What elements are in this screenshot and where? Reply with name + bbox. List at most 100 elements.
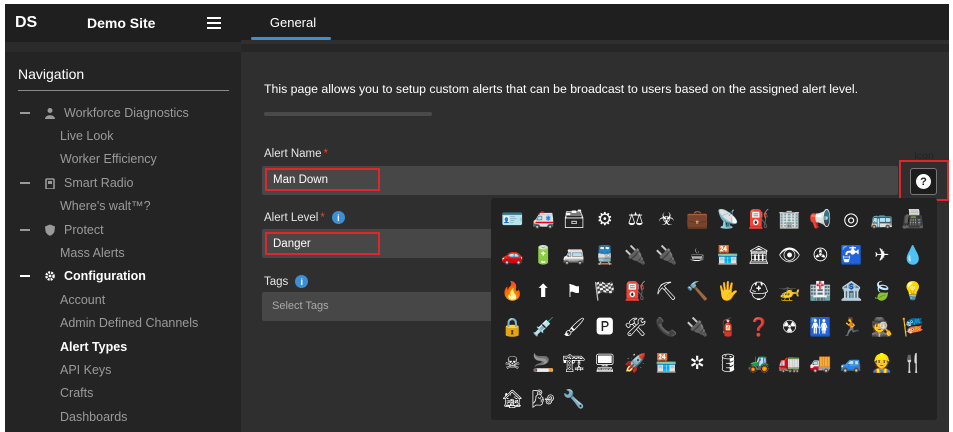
icon-option-34[interactable]: 🔨 bbox=[682, 274, 713, 310]
icon-option-39[interactable]: 🏦 bbox=[836, 274, 867, 310]
icon-option-4[interactable]: ⚖ bbox=[620, 202, 651, 238]
site-name: Demo Site bbox=[87, 15, 156, 31]
icon-option-26[interactable]: ✈ bbox=[867, 238, 898, 274]
icon-option-9[interactable]: 🏢 bbox=[774, 202, 805, 238]
icon-option-28[interactable]: 🔥 bbox=[497, 274, 528, 310]
icon-option-6[interactable]: 💼 bbox=[682, 202, 713, 238]
icon-option-62[interactable]: ✲ bbox=[682, 346, 713, 382]
icon-option-27[interactable]: 💧 bbox=[897, 238, 928, 274]
site-logo[interactable]: DS bbox=[15, 14, 87, 32]
icon-option-40[interactable]: 🍃 bbox=[867, 274, 898, 310]
icon-option-67[interactable]: 🚙 bbox=[836, 346, 867, 382]
icon-option-10[interactable]: 📢 bbox=[805, 202, 836, 238]
icon-option-21[interactable]: 🏪 bbox=[713, 238, 744, 274]
icon-option-59[interactable]: 🖥 bbox=[589, 346, 620, 382]
collapse-icon[interactable] bbox=[20, 275, 30, 278]
hamburger-menu-icon[interactable] bbox=[207, 17, 221, 29]
icon-option-19[interactable]: 🔌 bbox=[651, 238, 682, 274]
collapse-icon[interactable] bbox=[20, 181, 30, 184]
icon-option-7[interactable]: 📡 bbox=[713, 202, 744, 238]
icon-option-5[interactable]: ☣ bbox=[651, 202, 682, 238]
icon-option-54[interactable]: 🕵 bbox=[867, 310, 898, 346]
sidebar-item-account[interactable]: Account bbox=[5, 288, 241, 311]
icon-option-13[interactable]: 📠 bbox=[897, 202, 928, 238]
icon-option-43[interactable]: 💉 bbox=[528, 310, 559, 346]
icon-option-61[interactable]: 🏪 bbox=[651, 346, 682, 382]
sidebar-item-workforce-diagnostics[interactable]: Workforce Diagnostics bbox=[5, 101, 241, 124]
icon-option-23[interactable]: 👁 bbox=[774, 238, 805, 274]
icon-option-50[interactable]: ❓ bbox=[743, 310, 774, 346]
icon-option-48[interactable]: 🔌 bbox=[682, 310, 713, 346]
sidebar-item-worker-efficiency[interactable]: Worker Efficiency bbox=[5, 148, 241, 171]
icon-option-44[interactable]: 🖌 bbox=[559, 310, 590, 346]
icon-option-51[interactable]: ☢ bbox=[774, 310, 805, 346]
collapse-icon[interactable] bbox=[20, 111, 30, 114]
icon-option-63[interactable]: 🛢 bbox=[713, 346, 744, 382]
icon-option-20[interactable]: ☕ bbox=[682, 238, 713, 274]
icon-option-42[interactable]: 🔒 bbox=[497, 310, 528, 346]
alert-name-input[interactable]: Man Down bbox=[265, 168, 380, 191]
icon-option-72[interactable]: 🔧 bbox=[559, 382, 590, 418]
alert-level-select[interactable]: Danger bbox=[265, 232, 380, 255]
sidebar-item-api-keys[interactable]: API Keys bbox=[5, 358, 241, 381]
icon-option-46[interactable]: 🛠 bbox=[620, 310, 651, 346]
icon-option-57[interactable]: 🚬 bbox=[528, 346, 559, 382]
icon-option-56[interactable]: ☠ bbox=[497, 346, 528, 382]
icon-option-41[interactable]: 💡 bbox=[897, 274, 928, 310]
icon-option-35[interactable]: 🖐 bbox=[713, 274, 744, 310]
icon-option-30[interactable]: ⚑ bbox=[559, 274, 590, 310]
icon-option-68[interactable]: 👷 bbox=[867, 346, 898, 382]
icon-option-37[interactable]: 🚁 bbox=[774, 274, 805, 310]
icon-option-29[interactable]: ⬆ bbox=[528, 274, 559, 310]
info-icon[interactable]: i bbox=[295, 275, 309, 288]
icon-option-36[interactable]: ⛑ bbox=[743, 274, 774, 310]
sidebar-item-admin-defined-channels[interactable]: Admin Defined Channels bbox=[5, 312, 241, 335]
sidebar-item-crafts[interactable]: Crafts bbox=[5, 382, 241, 405]
icon-option-24[interactable]: ✇ bbox=[805, 238, 836, 274]
sidebar-item-where-s-walt[interactable]: Where's walt™? bbox=[5, 195, 241, 218]
icon-option-31[interactable]: 🏁 bbox=[589, 274, 620, 310]
icon-option-58[interactable]: 🏗 bbox=[559, 346, 590, 382]
sidebar-item-mass-alerts[interactable]: Mass Alerts bbox=[5, 241, 241, 264]
icon-option-47[interactable]: 📞 bbox=[651, 310, 682, 346]
icon-option-49[interactable]: 🧯 bbox=[713, 310, 744, 346]
icon-option-71[interactable]: 🌬 bbox=[528, 382, 559, 418]
sidebar-item-smart-radio[interactable]: Smart Radio bbox=[5, 171, 241, 194]
icon-option-8[interactable]: ⛽ bbox=[743, 202, 774, 238]
icon-option-11[interactable]: ◎ bbox=[836, 202, 867, 238]
icon-option-32[interactable]: ⛽ bbox=[620, 274, 651, 310]
tab-general[interactable]: General bbox=[255, 4, 331, 40]
icon-option-16[interactable]: 🚐 bbox=[559, 238, 590, 274]
icon-option-38[interactable]: 🏥 bbox=[805, 274, 836, 310]
icon-option-12[interactable]: 🚌 bbox=[867, 202, 898, 238]
icon-option-53[interactable]: 🏃 bbox=[836, 310, 867, 346]
sidebar-item-alert-types[interactable]: Alert Types bbox=[5, 335, 241, 358]
icon-option-45[interactable]: 🅿 bbox=[589, 310, 620, 346]
info-icon[interactable]: i bbox=[331, 211, 345, 224]
icon-option-52[interactable]: 🚻 bbox=[805, 310, 836, 346]
icon-option-33[interactable]: ⛏ bbox=[651, 274, 682, 310]
icon-option-22[interactable]: 🏛 bbox=[743, 238, 774, 274]
icon-option-70[interactable]: 🏚 bbox=[497, 382, 528, 418]
sidebar-item-dashboards[interactable]: Dashboards bbox=[5, 405, 241, 428]
icon-option-18[interactable]: 🔌 bbox=[620, 238, 651, 274]
icon-option-69[interactable]: 🍴 bbox=[897, 346, 928, 382]
icon-option-66[interactable]: 🚚 bbox=[805, 346, 836, 382]
icon-option-14[interactable]: 🚗 bbox=[497, 238, 528, 274]
icon-option-2[interactable]: 🗃 bbox=[559, 202, 590, 238]
icon-option-0[interactable]: 🪪 bbox=[497, 202, 528, 238]
icon-option-15[interactable]: 🔋 bbox=[528, 238, 559, 274]
icon-option-3[interactable]: ⚙ bbox=[589, 202, 620, 238]
icon-option-25[interactable]: 🚰 bbox=[836, 238, 867, 274]
icon-option-60[interactable]: 🚀 bbox=[620, 346, 651, 382]
collapse-icon[interactable] bbox=[20, 228, 30, 231]
icon-option-17[interactable]: 🚆 bbox=[589, 238, 620, 274]
icon-option-55[interactable]: 🎏 bbox=[897, 310, 928, 346]
sidebar-item-configuration[interactable]: Configuration bbox=[5, 265, 241, 288]
icon-option-1[interactable]: 🚑 bbox=[528, 202, 559, 238]
icon-select-button[interactable]: ? bbox=[910, 168, 937, 195]
icon-option-64[interactable]: 🚜 bbox=[743, 346, 774, 382]
icon-option-65[interactable]: 🚛 bbox=[774, 346, 805, 382]
sidebar-item-protect[interactable]: Protect bbox=[5, 218, 241, 241]
sidebar-item-live-look[interactable]: Live Look bbox=[5, 124, 241, 147]
